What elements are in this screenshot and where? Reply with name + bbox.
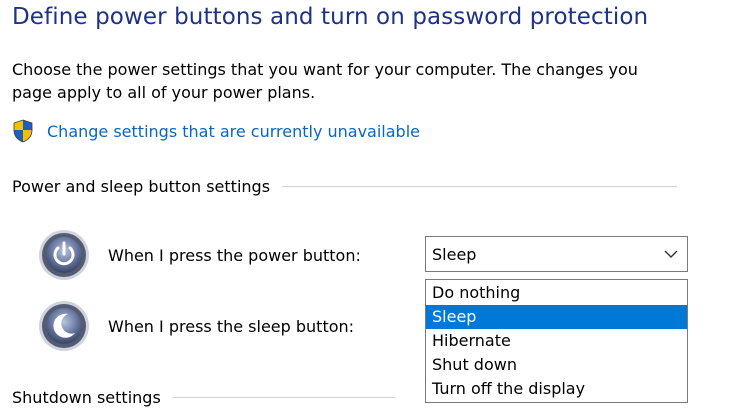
section-divider [282, 185, 678, 187]
change-settings-row[interactable]: Change settings that are currently unava… [12, 118, 420, 144]
dropdown-option-shut-down[interactable]: Shut down [426, 353, 687, 377]
chevron-down-icon [664, 250, 678, 258]
dropdown-option-hibernate[interactable]: Hibernate [426, 329, 687, 353]
section-divider [172, 396, 395, 398]
change-settings-link[interactable]: Change settings that are currently unava… [47, 122, 420, 141]
page-description: Choose the power settings that you want … [12, 58, 732, 104]
power-sleep-section-header: Power and sleep button settings [12, 174, 678, 198]
description-line-2: page apply to all of your power plans. [12, 83, 316, 102]
power-options-page: Define power buttons and turn on passwor… [0, 0, 732, 410]
dropdown-option-sleep[interactable]: Sleep [426, 305, 687, 329]
dropdown-option-turn-off-display[interactable]: Turn off the display [426, 377, 687, 401]
sleep-button-label: When I press the sleep button: [108, 316, 355, 336]
power-button-label: When I press the power button: [108, 245, 361, 265]
power-button-action-select[interactable]: Sleep [425, 236, 688, 272]
sleep-button-row: When I press the sleep button: [38, 300, 354, 352]
power-button-row: When I press the power button: [38, 229, 361, 281]
dropdown-option-do-nothing[interactable]: Do nothing [426, 281, 687, 305]
description-line-1: Choose the power settings that you want … [12, 60, 638, 79]
page-title: Define power buttons and turn on passwor… [12, 4, 649, 30]
shutdown-section-header: Shutdown settings [12, 385, 395, 409]
uac-shield-icon [13, 119, 33, 143]
power-button-selected-value: Sleep [432, 244, 477, 264]
power-sleep-section-title: Power and sleep button settings [12, 176, 271, 196]
sleep-button-icon [39, 301, 89, 351]
shutdown-section-title: Shutdown settings [12, 387, 161, 407]
action-dropdown-list[interactable]: Do nothing Sleep Hibernate Shut down Tur… [425, 279, 688, 403]
power-button-icon [39, 230, 89, 280]
